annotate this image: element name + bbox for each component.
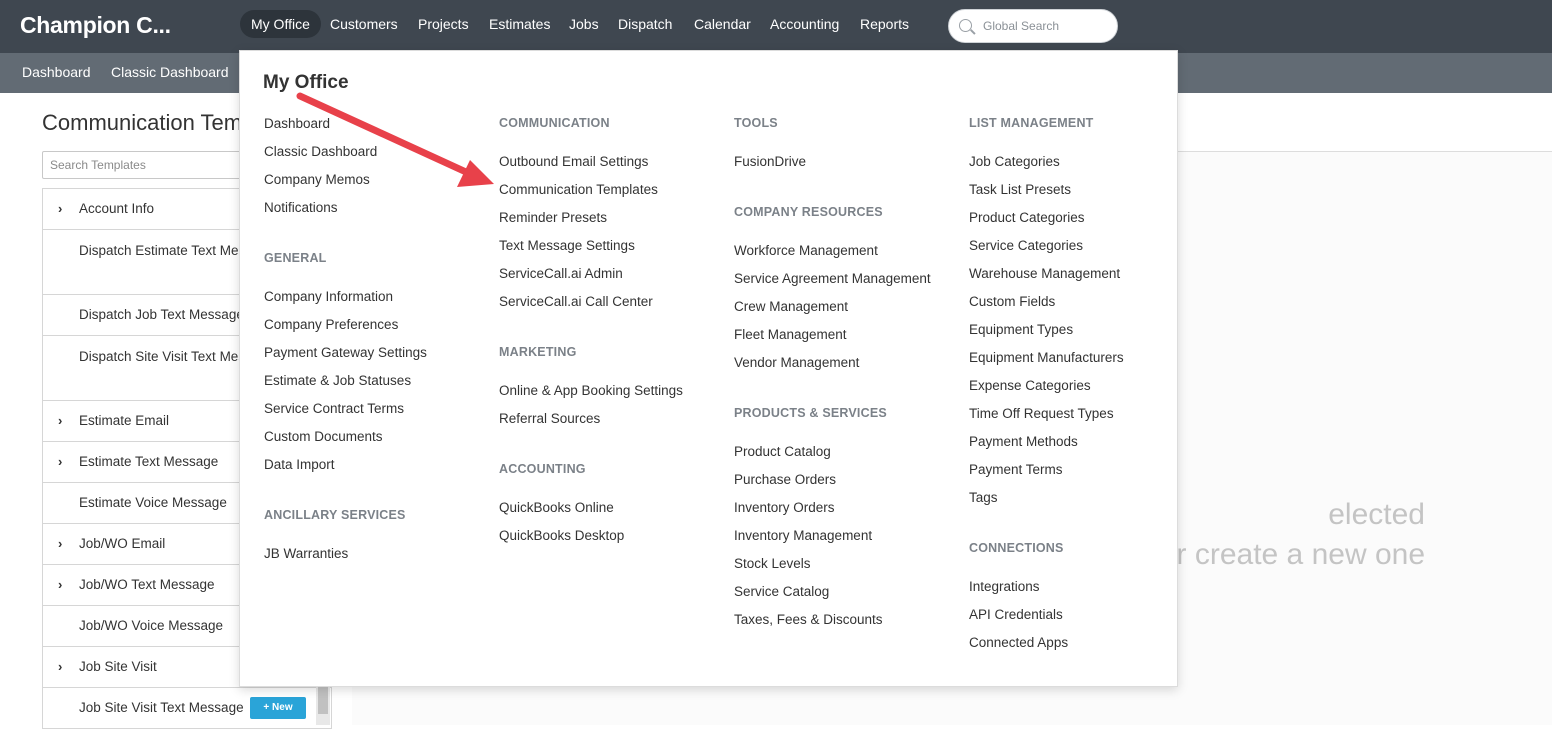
menu-item-purchase-orders[interactable]: Purchase Orders — [734, 472, 836, 487]
nav-jobs[interactable]: Jobs — [558, 10, 610, 38]
menu-item-payment-methods[interactable]: Payment Methods — [969, 434, 1078, 449]
menu-item-equipment-types[interactable]: Equipment Types — [969, 322, 1073, 337]
menu-item-online-app-booking-settings[interactable]: Online & App Booking Settings — [499, 383, 683, 398]
menu-item-company-preferences[interactable]: Company Preferences — [264, 317, 398, 332]
top-navbar: Champion C... My Office Customers Projec… — [0, 0, 1552, 53]
new-template-button[interactable]: + New — [250, 697, 306, 719]
section-general: GENERAL — [264, 251, 327, 265]
new-button-label: New — [272, 702, 293, 713]
menu-item-company-information[interactable]: Company Information — [264, 289, 393, 304]
nav-my-office[interactable]: My Office — [240, 10, 321, 38]
menu-item-task-list-presets[interactable]: Task List Presets — [969, 182, 1071, 197]
menu-item-inventory-orders[interactable]: Inventory Orders — [734, 500, 835, 515]
menu-item-text-message-settings[interactable]: Text Message Settings — [499, 238, 635, 253]
nav-dispatch[interactable]: Dispatch — [607, 10, 683, 38]
menu-item-expense-categories[interactable]: Expense Categories — [969, 378, 1091, 393]
chevron-right-icon[interactable]: › — [58, 573, 62, 597]
section-ancillary-services: ANCILLARY SERVICES — [264, 508, 406, 522]
menu-item-job-categories[interactable]: Job Categories — [969, 154, 1060, 169]
menu-item-referral-sources[interactable]: Referral Sources — [499, 411, 600, 426]
menu-item-notifications[interactable]: Notifications — [264, 200, 338, 215]
section-tools: TOOLS — [734, 116, 778, 130]
empty-state-message: elected r create a new one — [1177, 495, 1425, 575]
menu-item-workforce-management[interactable]: Workforce Management — [734, 243, 878, 258]
empty-state-line-2: r create a new one — [1176, 538, 1425, 571]
scrollbar-thumb[interactable] — [318, 686, 328, 714]
menu-item-taxes-fees-discounts[interactable]: Taxes, Fees & Discounts — [734, 612, 883, 627]
menu-item-servicecall-admin[interactable]: ServiceCall.ai Admin — [499, 266, 623, 281]
menu-item-estimate-job-statuses[interactable]: Estimate & Job Statuses — [264, 373, 411, 388]
section-accounting: ACCOUNTING — [499, 462, 586, 476]
menu-item-service-categories[interactable]: Service Categories — [969, 238, 1083, 253]
menu-item-jb-warranties[interactable]: JB Warranties — [264, 546, 348, 561]
company-name[interactable]: Champion C... — [20, 12, 171, 39]
section-products-services: PRODUCTS & SERVICES — [734, 406, 887, 420]
menu-item-crew-management[interactable]: Crew Management — [734, 299, 848, 314]
menu-item-product-catalog[interactable]: Product Catalog — [734, 444, 831, 459]
menu-item-fleet-management[interactable]: Fleet Management — [734, 327, 847, 342]
menu-item-warehouse-management[interactable]: Warehouse Management — [969, 266, 1120, 281]
menu-item-custom-documents[interactable]: Custom Documents — [264, 429, 383, 444]
global-search[interactable] — [948, 9, 1118, 43]
nav-reports[interactable]: Reports — [849, 10, 920, 38]
menu-item-vendor-management[interactable]: Vendor Management — [734, 355, 859, 370]
menu-item-company-memos[interactable]: Company Memos — [264, 172, 370, 187]
nav-projects[interactable]: Projects — [407, 10, 480, 38]
menu-item-stock-levels[interactable]: Stock Levels — [734, 556, 811, 571]
menu-item-quickbooks-desktop[interactable]: QuickBooks Desktop — [499, 528, 624, 543]
menu-item-equipment-manufacturers[interactable]: Equipment Manufacturers — [969, 350, 1124, 365]
menu-item-api-credentials[interactable]: API Credentials — [969, 607, 1063, 622]
plus-icon: + — [263, 702, 270, 713]
menu-item-fusiondrive[interactable]: FusionDrive — [734, 154, 806, 169]
menu-item-communication-templates[interactable]: Communication Templates — [499, 182, 658, 197]
menu-item-data-import[interactable]: Data Import — [264, 457, 335, 472]
menu-item-reminder-presets[interactable]: Reminder Presets — [499, 210, 607, 225]
nav-estimates[interactable]: Estimates — [478, 10, 561, 38]
section-communication: COMMUNICATION — [499, 116, 610, 130]
chevron-right-icon[interactable]: › — [58, 197, 62, 221]
menu-item-tags[interactable]: Tags — [969, 490, 998, 505]
chevron-right-icon[interactable]: › — [58, 655, 62, 679]
section-connections: CONNECTIONS — [969, 541, 1064, 555]
menu-item-connected-apps[interactable]: Connected Apps — [969, 635, 1068, 650]
menu-item-custom-fields[interactable]: Custom Fields — [969, 294, 1055, 309]
menu-item-payment-terms[interactable]: Payment Terms — [969, 462, 1063, 477]
subnav-classic-dashboard[interactable]: Classic Dashboard — [111, 64, 229, 80]
menu-item-service-contract-terms[interactable]: Service Contract Terms — [264, 401, 404, 416]
search-icon — [959, 19, 972, 32]
menu-item-inventory-management[interactable]: Inventory Management — [734, 528, 872, 543]
menu-item-service-catalog[interactable]: Service Catalog — [734, 584, 829, 599]
dropdown-title: My Office — [263, 72, 349, 93]
chevron-right-icon[interactable]: › — [58, 532, 62, 556]
menu-item-integrations[interactable]: Integrations — [969, 579, 1040, 594]
menu-item-payment-gateway-settings[interactable]: Payment Gateway Settings — [264, 345, 427, 360]
page-title: Communication Tem — [42, 110, 243, 135]
nav-calendar[interactable]: Calendar — [683, 10, 762, 38]
menu-item-outbound-email-settings[interactable]: Outbound Email Settings — [499, 154, 648, 169]
nav-customers[interactable]: Customers — [319, 10, 409, 38]
menu-item-servicecall-call-center[interactable]: ServiceCall.ai Call Center — [499, 294, 653, 309]
menu-item-time-off-request-types[interactable]: Time Off Request Types — [969, 406, 1114, 421]
empty-state-line-1: elected — [1328, 498, 1425, 531]
menu-item-classic-dashboard[interactable]: Classic Dashboard — [264, 144, 377, 159]
menu-item-service-agreement-management[interactable]: Service Agreement Management — [734, 271, 931, 286]
chevron-right-icon[interactable]: › — [58, 409, 62, 433]
chevron-right-icon[interactable]: › — [58, 450, 62, 474]
section-company-resources: COMPANY RESOURCES — [734, 205, 883, 219]
nav-accounting[interactable]: Accounting — [759, 10, 850, 38]
section-list-management: LIST MANAGEMENT — [969, 116, 1094, 130]
menu-item-dashboard[interactable]: Dashboard — [264, 116, 330, 131]
my-office-dropdown: My Office Dashboard Classic Dashboard Co… — [239, 50, 1178, 687]
menu-item-quickbooks-online[interactable]: QuickBooks Online — [499, 500, 614, 515]
subnav-dashboard[interactable]: Dashboard — [22, 64, 91, 80]
menu-item-product-categories[interactable]: Product Categories — [969, 210, 1085, 225]
global-search-input[interactable] — [983, 17, 1111, 35]
section-marketing: MARKETING — [499, 345, 577, 359]
